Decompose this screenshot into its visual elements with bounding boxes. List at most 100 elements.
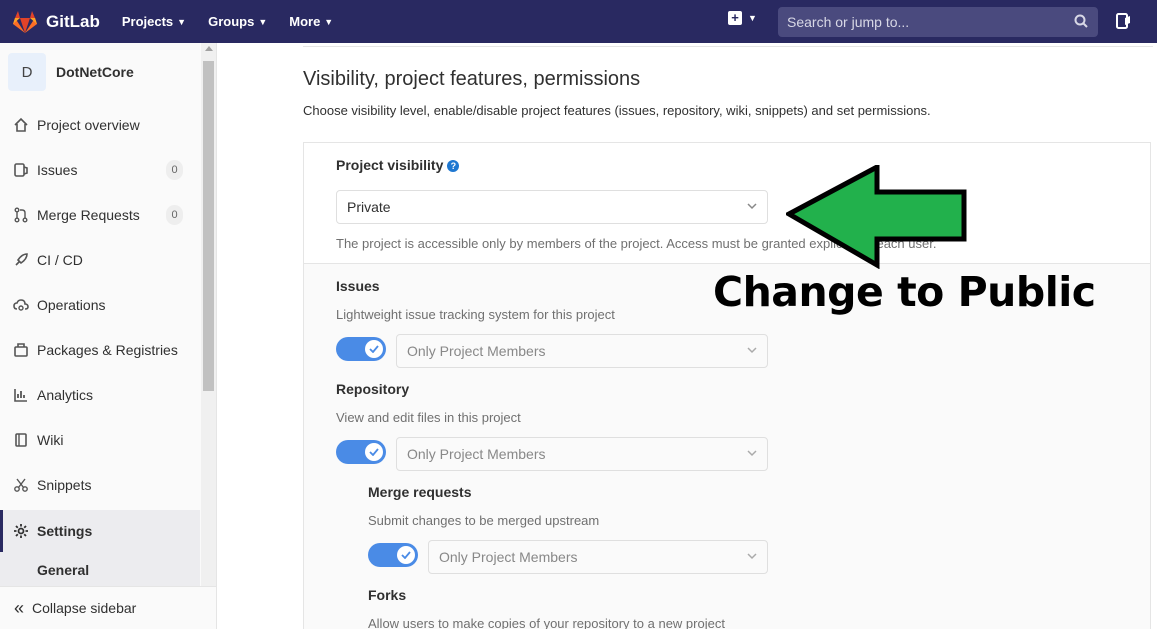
chevron-down-icon — [747, 450, 757, 457]
issues-access-value: Only Project Members — [407, 343, 546, 359]
gitlab-logo-icon — [13, 10, 37, 33]
merge-requests-access-select[interactable]: Only Project Members — [428, 540, 768, 574]
book-icon — [12, 431, 30, 449]
repository-toggle[interactable] — [336, 440, 386, 464]
sidebar-item-label: Wiki — [37, 432, 64, 448]
sidebar: D DotNetCore Project overview Issues 0 M… — [0, 43, 217, 629]
section-description: Choose visibility level, enable/disable … — [303, 103, 931, 118]
sidebar-item-snippets[interactable]: Snippets — [0, 465, 200, 505]
issues-count-badge: 0 — [166, 160, 183, 180]
chevron-down-icon: ▼ — [324, 16, 334, 27]
sidebar-item-merge-requests[interactable]: Merge Requests 0 — [0, 195, 200, 235]
sidebar-scrollbar-thumb[interactable] — [203, 61, 214, 391]
feature-title-issues: Issues — [336, 278, 380, 294]
rocket-icon — [12, 251, 30, 269]
visibility-select[interactable]: Private — [336, 190, 768, 224]
double-chevron-left-icon: « — [14, 597, 25, 618]
search-icon — [1074, 14, 1088, 28]
features-section: Issues Lightweight issue tracking system… — [304, 264, 1150, 629]
scroll-up-arrow-icon[interactable] — [205, 46, 213, 51]
chevron-down-icon — [747, 553, 757, 560]
section-divider — [303, 46, 1153, 47]
sidebar-item-issues[interactable]: Issues 0 — [0, 150, 200, 190]
chevron-down-icon: ▼ — [177, 16, 187, 27]
check-icon — [365, 340, 383, 358]
sidebar-item-label: Analytics — [37, 387, 94, 403]
sidebar-subitem-general[interactable]: General — [0, 552, 200, 586]
merge-requests-count-badge: 0 — [166, 205, 183, 225]
chevron-down-icon: ▼ — [258, 16, 268, 27]
plus-icon: + — [728, 11, 742, 25]
scissors-icon — [12, 476, 30, 494]
package-icon — [12, 341, 30, 359]
sidebar-item-operations[interactable]: Operations — [0, 285, 200, 325]
collapse-sidebar-button[interactable]: « Collapse sidebar — [0, 586, 216, 629]
sidebar-item-label: Packages & Registries — [37, 342, 178, 358]
check-icon — [397, 546, 415, 564]
visibility-label-text: Project visibility — [336, 157, 444, 173]
feature-desc-issues: Lightweight issue tracking system for th… — [336, 307, 615, 322]
issues-icon — [12, 161, 30, 179]
sidebar-scrollbar[interactable] — [201, 43, 216, 586]
visibility-label: Project visibility? — [336, 157, 460, 173]
sidebar-item-ci-cd[interactable]: CI / CD — [0, 240, 200, 280]
cloud-gear-icon — [12, 296, 30, 314]
green-arrow-annotation — [786, 165, 967, 269]
chevron-down-icon — [747, 347, 757, 354]
search-input[interactable]: Search or jump to... — [778, 7, 1098, 37]
sidebar-item-label: Operations — [37, 297, 106, 313]
sidebar-item-project-overview[interactable]: Project overview — [0, 105, 200, 145]
feature-desc-merge-requests: Submit changes to be merged upstream — [368, 513, 600, 528]
collapse-sidebar-label: Collapse sidebar — [32, 600, 137, 616]
sidebar-item-label: Settings — [37, 523, 93, 539]
gear-icon — [12, 522, 30, 540]
issues-toggle[interactable] — [336, 337, 386, 361]
nav-projects[interactable]: Projects ▼ — [122, 14, 186, 29]
chevron-down-icon — [747, 203, 757, 210]
merge-requests-toggle[interactable] — [368, 543, 418, 567]
feature-desc-repository: View and edit files in this project — [336, 410, 521, 425]
sidebar-item-analytics[interactable]: Analytics — [0, 375, 200, 415]
annotation-text: Change to Public — [713, 268, 1096, 316]
visibility-section: Project visibility? Private The project … — [304, 143, 1150, 264]
sidebar-item-label: Merge Requests — [37, 207, 140, 223]
project-name: DotNetCore — [56, 64, 134, 80]
todo-icon[interactable] — [1116, 13, 1132, 29]
check-icon — [365, 443, 383, 461]
sidebar-item-wiki[interactable]: Wiki — [0, 420, 200, 460]
home-icon — [12, 116, 30, 134]
visibility-select-value: Private — [347, 199, 391, 215]
nav-more[interactable]: More ▼ — [289, 14, 333, 29]
feature-title-merge-requests: Merge requests — [368, 484, 472, 500]
chart-icon — [12, 386, 30, 404]
sidebar-item-packages-registries[interactable]: Packages & Registries — [0, 330, 200, 370]
sidebar-item-label: Issues — [37, 162, 78, 178]
nav-groups-label: Groups — [208, 14, 255, 29]
gitlab-logo-link[interactable]: GitLab — [12, 10, 100, 34]
sidebar-project-header[interactable]: D DotNetCore — [8, 53, 134, 91]
top-navbar: GitLab Projects ▼ Groups ▼ More ▼ + ▼ Searc… — [0, 0, 1157, 43]
merge-request-icon — [12, 206, 30, 224]
feature-title-forks: Forks — [368, 587, 407, 603]
settings-panel: Project visibility? Private The project … — [303, 142, 1151, 629]
brand-name: GitLab — [46, 11, 100, 31]
search-placeholder: Search or jump to... — [787, 14, 910, 30]
issues-access-select[interactable]: Only Project Members — [396, 334, 768, 368]
sidebar-item-label: Project overview — [37, 117, 140, 133]
avatar: D — [8, 53, 46, 91]
nav-projects-label: Projects — [121, 14, 174, 29]
nav-groups[interactable]: Groups ▼ — [208, 14, 267, 29]
question-icon[interactable]: ? — [447, 160, 460, 172]
repository-access-select[interactable]: Only Project Members — [396, 437, 768, 471]
feature-title-repository: Repository — [336, 381, 410, 397]
merge-requests-access-value: Only Project Members — [439, 549, 578, 565]
nav-more-label: More — [289, 14, 321, 29]
repository-access-value: Only Project Members — [407, 446, 546, 462]
sidebar-item-label: CI / CD — [37, 252, 83, 268]
sidebar-item-settings[interactable]: Settings — [0, 510, 200, 552]
feature-desc-forks: Allow users to make copies of your repos… — [368, 616, 725, 629]
new-dropdown-button[interactable]: + ▼ — [728, 11, 757, 25]
chevron-down-icon: ▼ — [748, 13, 757, 23]
page-title: Visibility, project features, permission… — [303, 68, 641, 90]
sidebar-item-label: Snippets — [37, 477, 92, 493]
